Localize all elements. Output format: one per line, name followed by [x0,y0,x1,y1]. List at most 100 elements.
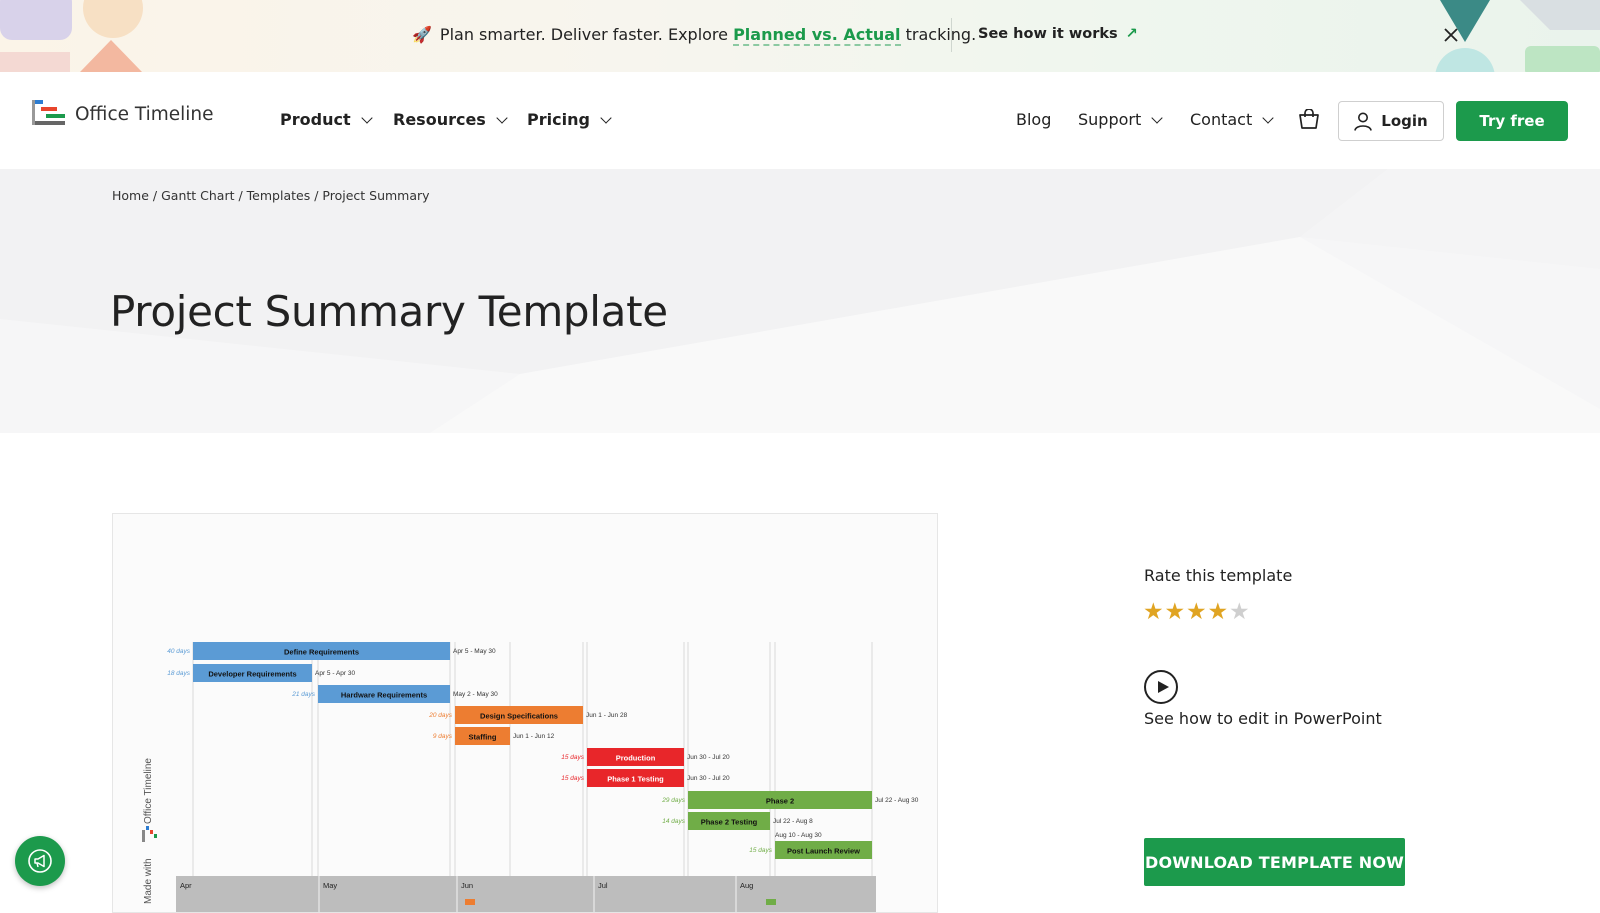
gantt-task-label: Design Specifications [480,712,558,721]
gantt-task-dates: Jun 30 - Jul 20 [687,754,730,761]
gantt-task-duration: 29 days [661,797,686,804]
watermark-logo-icon [154,834,157,838]
gantt-task-dates: Jun 1 - Jun 12 [513,733,555,740]
chevron-down-icon [1262,112,1274,124]
gantt-month-scale [176,876,876,912]
banner-text-after: tracking. [900,25,977,44]
gantt-task-dates: Jun 1 - Jun 28 [586,712,628,719]
gantt-month-label: Jul [598,881,608,890]
planned-vs-actual-link[interactable]: Planned vs. Actual [733,25,901,46]
breadcrumb-separator: / [310,188,323,203]
gantt-task-dates: Jul 22 - Aug 8 [773,818,813,825]
gantt-task-label: Phase 2 Testing [701,818,758,827]
see-how-it-works-link[interactable]: See how it works ↗ [978,26,1138,42]
play-icon[interactable] [1144,670,1178,704]
rate-template-label: Rate this template [1144,566,1293,585]
gantt-task-duration: 40 days [167,648,191,655]
site-header: Office Timeline Product Resources Pricin… [0,72,1600,169]
banner-decoration-right [1435,0,1600,72]
template-preview[interactable]: Define Requirements 40 days Apr 5 - May 30… [112,513,938,913]
gantt-task-duration: 18 days [167,670,191,677]
chevron-down-icon [496,112,508,124]
close-icon[interactable] [1441,24,1461,46]
gantt-task-label: Phase 1 Testing [607,775,664,784]
nav-contact[interactable]: Contact [1190,110,1274,129]
gantt-task-duration: 21 days [291,691,316,698]
nav-support-label: Support [1078,110,1142,129]
gantt-month-label: Apr [180,881,192,890]
download-template-button[interactable]: DOWNLOAD TEMPLATE NOW [1144,838,1405,886]
breadcrumb-separator: / [148,188,162,203]
gantt-task-duration: 20 days [428,712,453,719]
page-title: Project Summary Template [110,287,668,336]
nav-blog[interactable]: Blog [1016,110,1051,129]
logo[interactable]: Office Timeline [32,100,214,128]
gantt-task-duration: 15 days [749,847,773,854]
gantt-task-dates: Apr 5 - May 30 [453,648,496,655]
edit-in-powerpoint-link[interactable]: See how to edit in PowerPoint [1144,709,1382,728]
rocket-icon: 🚀 [412,25,432,44]
nav-product-label: Product [280,110,351,129]
gantt-task-dates: Jul 22 - Aug 30 [875,797,919,804]
star-rating[interactable]: ★ ★ ★ ★ ★ [1143,599,1251,625]
nav-product[interactable]: Product [280,110,373,129]
watermark-logo-icon [146,826,149,830]
hero-section: Home / Gantt Chart / Templates / Project… [0,169,1600,433]
breadcrumb-separator: / [234,188,247,203]
announcement-banner: 🚀 Plan smarter. Deliver faster. Explore P… [0,0,1600,72]
gantt-task-dates: Apr 5 - Apr 30 [315,670,355,677]
see-how-it-works-label: See how it works [978,26,1118,42]
chevron-down-icon [1151,112,1163,124]
nav-support[interactable]: Support [1078,110,1163,129]
gantt-task-dates: Aug 10 - Aug 30 [775,832,822,839]
gantt-month-label: Jun [461,881,473,890]
breadcrumb-gantt-chart[interactable]: Gantt Chart [161,188,234,203]
banner-message: 🚀 Plan smarter. Deliver faster. Explore P… [412,25,977,46]
banner-text-before: Plan smarter. Deliver faster. Explore [439,25,734,44]
gantt-task-duration: 15 days [561,775,585,782]
breadcrumb-home[interactable]: Home [112,188,149,203]
nav-resources-label: Resources [393,110,486,129]
user-icon [1354,112,1373,131]
nav-pricing-label: Pricing [527,110,590,129]
try-free-button[interactable]: Try free [1456,101,1568,141]
breadcrumb: Home / Gantt Chart / Templates / Project… [112,188,430,203]
login-button[interactable]: Login [1338,101,1444,141]
star-icon[interactable]: ★ [1208,599,1230,625]
megaphone-icon [28,849,52,873]
logo-text: Office Timeline [75,103,214,125]
feedback-button[interactable] [15,836,65,886]
gantt-task-label: Staffing [469,733,497,742]
star-icon[interactable]: ★ [1229,599,1251,625]
gantt-task-label: Production [616,754,656,763]
shopping-bag-icon[interactable] [1298,109,1320,129]
nav-resources[interactable]: Resources [393,110,508,129]
star-icon[interactable]: ★ [1186,599,1208,625]
gantt-task-label: Developer Requirements [208,670,296,679]
star-icon[interactable]: ★ [1143,599,1165,625]
gantt-task-label: Post Launch Review [787,847,860,856]
gantt-month-label: Aug [740,881,753,890]
chevron-down-icon [600,112,612,124]
watermark-made-with: Made with [143,858,154,904]
banner-divider [951,18,952,52]
nav-contact-label: Contact [1190,110,1253,129]
gantt-task-label: Phase 2 [766,797,794,806]
gantt-month-label: May [323,881,337,890]
gantt-task-duration: 15 days [561,754,585,761]
gantt-preview-image: Define Requirements 40 days Apr 5 - May 30… [142,642,919,912]
nav-pricing[interactable]: Pricing [527,110,612,129]
watermark-logo-icon [150,830,153,834]
login-label: Login [1381,112,1428,130]
gantt-task-label: Hardware Requirements [341,691,427,700]
gantt-task-duration: 14 days [662,818,686,825]
star-icon[interactable]: ★ [1165,599,1187,625]
breadcrumb-templates[interactable]: Templates [247,188,311,203]
office-timeline-logo-icon [32,100,65,128]
gantt-task-dates: May 2 - May 30 [453,691,498,698]
watermark-logo-icon [142,830,145,842]
gantt-task-dates: Jun 30 - Jul 20 [687,775,730,782]
arrow-up-right-icon: ↗ [1125,26,1138,42]
banner-decoration-left [0,0,143,72]
watermark-brand: Office Timeline [143,758,154,824]
